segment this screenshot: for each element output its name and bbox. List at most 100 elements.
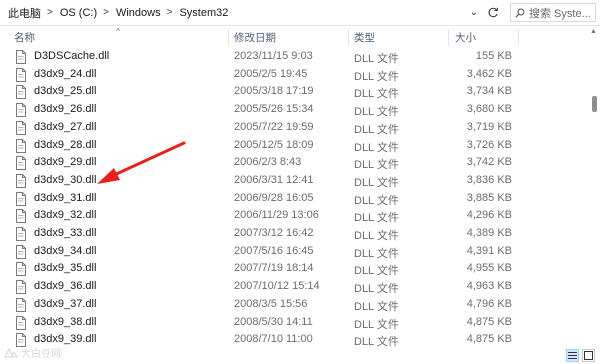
- file-modified: 2023/11/15 9:03: [234, 50, 313, 62]
- file-name: d3dx9_39.dll: [34, 333, 97, 346]
- dll-file-icon: [16, 297, 26, 312]
- file-type: DLL 文件: [354, 265, 399, 278]
- file-row[interactable]: d3dx9_33.dll 2007/3/12 16:42 DLL 文件 4,389 K…: [0, 225, 588, 243]
- file-modified: 2008/3/5 15:56: [234, 297, 308, 310]
- file-row[interactable]: d3dx9_31.dll 2006/9/28 16:05 DLL 文件 3,885 K…: [0, 190, 588, 208]
- file-type: DLL 文件: [354, 283, 399, 296]
- file-modified: 2006/2/3 8:43: [234, 156, 302, 169]
- file-row[interactable]: d3dx9_29.dll 2006/2/3 8:43 DLL 文件 3,742 KB: [0, 154, 588, 172]
- scrollbar-thumb[interactable]: [592, 96, 597, 112]
- file-row[interactable]: D3DSCache.dll 2023/11/15 9:03 DLL 文件 155 KB: [0, 48, 588, 66]
- breadcrumb-os-drive[interactable]: OS (C:): [58, 7, 99, 19]
- breadcrumb-separator-icon[interactable]: >: [43, 7, 58, 18]
- file-name: D3DSCache.dll: [34, 50, 110, 62]
- file-row[interactable]: d3dx9_25.dll 2005/3/18 17:19 DLL 文件 3,734 K…: [0, 83, 588, 101]
- column-divider[interactable]: [348, 29, 349, 46]
- details-view-button[interactable]: [566, 349, 579, 362]
- search-placeholder: 搜索 Syste...: [529, 7, 591, 20]
- file-name: d3dx9_26.dll: [34, 103, 97, 116]
- file-row[interactable]: d3dx9_26.dll 2005/5/26 15:34 DLL 文件 3,680 K…: [0, 101, 588, 119]
- file-size: 3,742 KB: [466, 156, 512, 169]
- file-modified: 2005/7/22 19:59: [234, 120, 314, 133]
- column-divider[interactable]: [518, 29, 519, 46]
- column-header-size[interactable]: 大小: [455, 30, 476, 45]
- file-size: 3,726 KB: [466, 138, 512, 151]
- file-name: d3dx9_31.dll: [34, 191, 97, 204]
- file-modified: 2005/5/26 15:34: [234, 103, 314, 116]
- column-divider[interactable]: [228, 29, 229, 46]
- file-size: 3,680 KB: [466, 103, 512, 116]
- column-divider[interactable]: [448, 29, 449, 46]
- file-row[interactable]: d3dx9_27.dll 2005/7/22 19:59 DLL 文件 3,719 K…: [0, 119, 588, 137]
- file-size: 4,963 KB: [466, 280, 512, 293]
- dll-file-icon: [16, 103, 26, 118]
- address-dropdown-icon[interactable]: ⌄: [466, 4, 482, 21]
- file-row[interactable]: d3dx9_28.dll 2005/12/5 18:09 DLL 文件 3,726 K…: [0, 137, 588, 155]
- breadcrumb-windows[interactable]: Windows: [114, 7, 163, 19]
- file-size: 4,875 KB: [466, 315, 512, 328]
- file-type: DLL 文件: [354, 336, 399, 349]
- dll-file-icon: [16, 191, 26, 206]
- details-view-icon: [568, 352, 577, 359]
- file-type: DLL 文件: [354, 53, 399, 65]
- file-row[interactable]: d3dx9_30.dll 2006/3/31 12:41 DLL 文件 3,836 K…: [0, 172, 588, 190]
- file-modified: 2005/2/5 19:45: [234, 67, 308, 80]
- dll-file-icon: [16, 262, 26, 277]
- vertical-scrollbar[interactable]: [588, 27, 600, 349]
- file-name: d3dx9_33.dll: [34, 227, 97, 239]
- file-type: DLL 文件: [354, 88, 399, 101]
- breadcrumb-separator-icon[interactable]: >: [99, 7, 114, 18]
- file-row[interactable]: d3dx9_35.dll 2007/7/19 18:14 DLL 文件 4,955 K…: [0, 260, 588, 278]
- file-type: DLL 文件: [354, 194, 399, 207]
- file-name: d3dx9_38.dll: [34, 315, 97, 328]
- dll-file-icon: [16, 280, 26, 295]
- file-size: 155 KB: [475, 50, 512, 62]
- file-size: 4,955 KB: [466, 262, 512, 275]
- file-type: DLL 文件: [354, 141, 399, 154]
- column-header-modified[interactable]: 修改日期: [234, 30, 276, 45]
- file-modified: 2008/7/10 11:00: [234, 333, 313, 346]
- dll-file-icon: [16, 173, 26, 188]
- file-type: DLL 文件: [354, 212, 399, 225]
- file-size: 4,296 KB: [466, 209, 512, 222]
- breadcrumb-separator-icon[interactable]: >: [163, 7, 178, 18]
- file-row[interactable]: d3dx9_38.dll 2008/5/30 14:11 DLL 文件 4,875 K…: [0, 314, 588, 332]
- file-row[interactable]: d3dx9_39.dll 2008/7/10 11:00 DLL 文件 4,875 K…: [0, 331, 588, 349]
- file-row[interactable]: d3dx9_34.dll 2007/5/16 16:45 DLL 文件 4,391 K…: [0, 243, 588, 261]
- file-size: 4,796 KB: [466, 297, 512, 310]
- file-row[interactable]: d3dx9_24.dll 2005/2/5 19:45 DLL 文件 3,462 KB: [0, 66, 588, 84]
- breadcrumb-system32[interactable]: System32: [177, 7, 230, 19]
- file-size: 3,719 KB: [466, 120, 512, 133]
- search-icon: [515, 8, 525, 18]
- dll-file-icon: [16, 138, 26, 153]
- column-header-row: ^ 名称 修改日期 类型 大小: [0, 27, 588, 48]
- sort-ascending-icon: ^: [116, 27, 120, 36]
- breadcrumb: 此电脑 > OS (C:) > Windows > System32: [6, 4, 230, 21]
- address-bar[interactable]: 此电脑 > OS (C:) > Windows > System32 ⌄ 搜索 …: [0, 0, 600, 26]
- file-modified: 2005/3/18 17:19: [234, 85, 314, 98]
- file-type: DLL 文件: [354, 106, 399, 119]
- dll-file-icon: [16, 244, 26, 259]
- refresh-icon[interactable]: [484, 3, 502, 22]
- file-row[interactable]: d3dx9_32.dll 2006/11/29 13:06 DLL 文件 4,296 …: [0, 207, 588, 225]
- file-name: d3dx9_25.dll: [34, 85, 97, 98]
- file-modified: 2007/10/12 15:14: [234, 280, 320, 293]
- column-header-name[interactable]: 名称: [14, 30, 35, 45]
- watermark-logo-icon: [4, 347, 18, 357]
- scroll-up-icon[interactable]: ▲: [590, 28, 598, 36]
- file-modified: 2007/7/19 18:14: [234, 262, 314, 275]
- file-size: 3,462 KB: [466, 67, 512, 80]
- breadcrumb-this-pc[interactable]: 此电脑: [6, 5, 43, 21]
- file-size: 3,836 KB: [466, 173, 512, 186]
- file-name: d3dx9_35.dll: [34, 262, 97, 275]
- file-type: DLL 文件: [354, 70, 399, 83]
- large-icons-view-button[interactable]: [582, 349, 595, 362]
- file-name: d3dx9_24.dll: [34, 67, 97, 80]
- file-row[interactable]: d3dx9_36.dll 2007/10/12 15:14 DLL 文件 4,963 …: [0, 278, 588, 296]
- file-row[interactable]: d3dx9_37.dll 2008/3/5 15:56 DLL 文件 4,796 KB: [0, 296, 588, 314]
- search-input[interactable]: 搜索 Syste...: [510, 3, 596, 22]
- file-name: d3dx9_27.dll: [34, 120, 97, 133]
- dll-file-icon: [16, 50, 26, 64]
- file-modified: 2008/5/30 14:11: [234, 315, 313, 328]
- column-header-type[interactable]: 类型: [354, 30, 375, 45]
